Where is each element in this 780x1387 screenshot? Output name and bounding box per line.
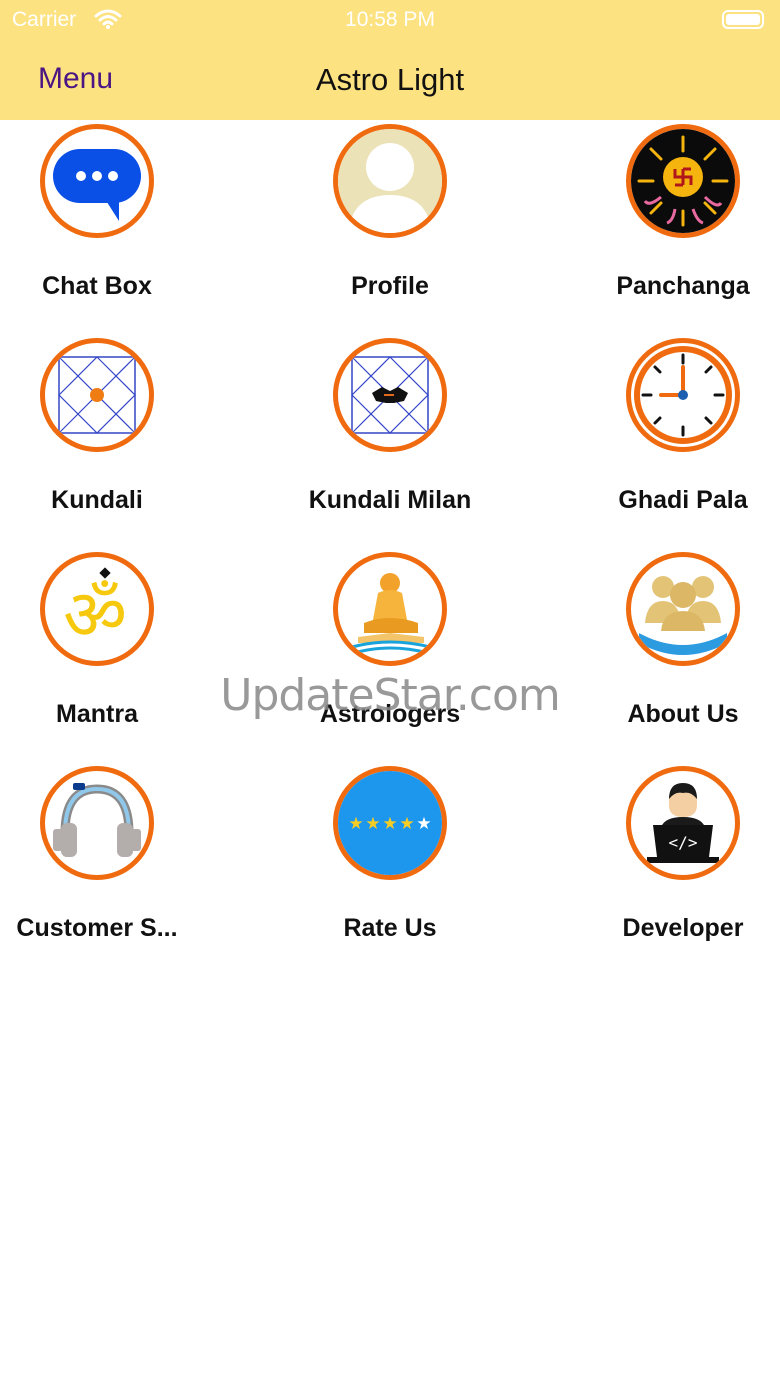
om-icon: ॐ <box>40 552 154 666</box>
page-title: Astro Light <box>315 62 465 97</box>
svg-text:★: ★ <box>348 814 363 834</box>
battery-icon <box>722 10 764 29</box>
tile-label: Customer S... <box>16 914 178 942</box>
tile-astrologers[interactable]: Astrologers <box>260 548 520 762</box>
svg-text:★: ★ <box>416 814 431 834</box>
top-bar: Carrier 10:58 PM Menu Astro Light <box>0 0 780 120</box>
tile-label: Kundali Milan <box>308 486 472 514</box>
tile-rate-us[interactable]: ★ ★ ★ ★ ★ Rate Us <box>260 762 520 976</box>
user-avatar-icon <box>333 124 447 238</box>
tile-chat-box[interactable]: Chat Box <box>0 120 227 334</box>
kundali-chart-icon <box>40 338 154 452</box>
tile-developer[interactable]: </> Developer <box>553 762 780 976</box>
stars-icon: ★ ★ ★ ★ ★ <box>333 766 447 880</box>
tile-label: Chat Box <box>42 272 152 300</box>
group-icon <box>626 552 740 666</box>
navigation-bar: Menu Astro Light <box>0 44 780 120</box>
tile-label: Rate Us <box>343 914 437 942</box>
headphones-icon <box>40 766 154 880</box>
svg-text:★: ★ <box>365 814 380 834</box>
tile-customer-support[interactable]: Customer S... <box>0 762 227 976</box>
status-bar: Carrier 10:58 PM <box>0 0 780 40</box>
sun-swastika-icon <box>626 124 740 238</box>
developer-laptop-icon: </> <box>626 766 740 880</box>
tile-kundali-milan[interactable]: Kundali Milan <box>260 334 520 548</box>
sage-icon <box>333 552 447 666</box>
kundali-handshake-icon <box>333 338 447 452</box>
tile-ghadi-pala[interactable]: Ghadi Pala <box>553 334 780 548</box>
tile-panchanga[interactable]: Panchanga <box>553 120 780 334</box>
svg-text:★: ★ <box>382 814 397 834</box>
tile-mantra[interactable]: ॐ Mantra <box>0 548 227 762</box>
tile-label: Panchanga <box>616 272 750 300</box>
watermark: UpdateStar.com <box>220 670 561 721</box>
svg-text:</>: </> <box>669 833 698 852</box>
tile-profile[interactable]: Profile <box>260 120 520 334</box>
tile-label: Kundali <box>51 486 143 514</box>
tile-label: Profile <box>351 272 429 300</box>
tile-label: Developer <box>622 914 744 942</box>
svg-text:ॐ: ॐ <box>63 574 127 656</box>
tile-label: Ghadi Pala <box>618 486 748 514</box>
clock-time: 10:58 PM <box>345 8 435 31</box>
chat-bubble-icon <box>40 124 154 238</box>
clock-icon <box>626 338 740 452</box>
tile-kundali[interactable]: Kundali <box>0 334 227 548</box>
tile-about-us[interactable]: About Us <box>553 548 780 762</box>
svg-text:★: ★ <box>399 814 414 834</box>
